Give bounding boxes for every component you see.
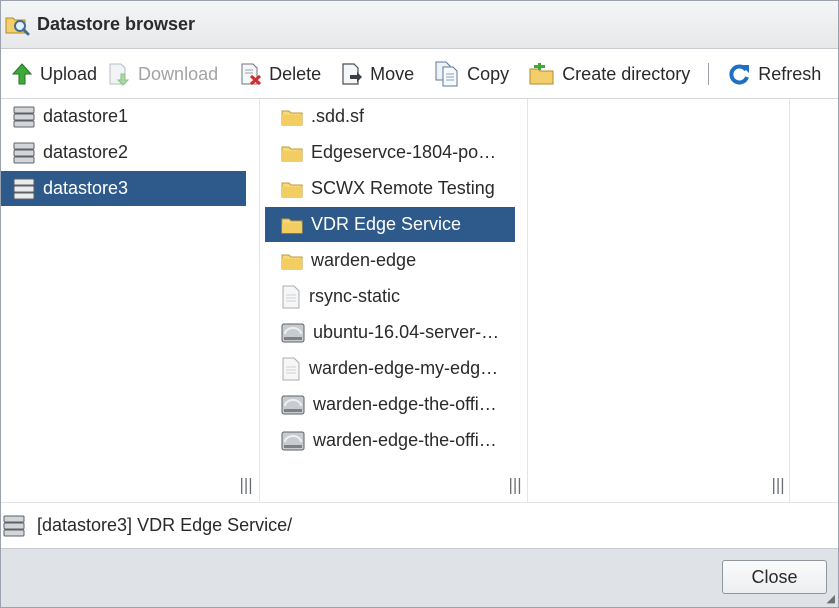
close-button[interactable]: Close bbox=[722, 560, 827, 594]
file-name: warden-edge bbox=[311, 250, 417, 270]
datastore-icon bbox=[3, 515, 25, 537]
download-label: Download bbox=[138, 63, 219, 84]
upload-icon bbox=[11, 62, 33, 86]
file-row[interactable]: rsync-static bbox=[265, 279, 515, 314]
delete-icon bbox=[240, 62, 262, 86]
datastore-list-pane: datastore1 datastore2 datastore3 ||| bbox=[1, 99, 259, 502]
copy-icon bbox=[434, 61, 460, 87]
current-path: [datastore3] VDR Edge Service/ bbox=[37, 515, 293, 535]
datastore-browser-icon bbox=[5, 13, 31, 37]
datastore-icon bbox=[13, 178, 35, 200]
folder-icon bbox=[281, 251, 303, 271]
file-row[interactable]: ubuntu-16.04-server-… bbox=[265, 315, 515, 350]
empty-pane bbox=[789, 99, 838, 502]
datastore-row[interactable]: datastore2 bbox=[1, 135, 246, 170]
datastore-icon bbox=[13, 106, 35, 128]
upload-button[interactable]: Upload bbox=[1, 56, 97, 92]
column-resize-grip[interactable]: ||| bbox=[239, 475, 253, 494]
download-icon bbox=[107, 62, 131, 86]
folder-icon bbox=[281, 143, 303, 163]
file-name: SCWX Remote Testing bbox=[311, 178, 495, 198]
column-resize-grip[interactable]: ||| bbox=[771, 475, 785, 494]
file-row[interactable]: Edgeservce-1804-po… bbox=[265, 135, 515, 170]
file-name: VDR Edge Service bbox=[311, 214, 462, 234]
resize-handle-icon[interactable]: ◢ bbox=[827, 592, 835, 605]
toolbar-separator bbox=[708, 63, 710, 85]
delete-button[interactable]: Delete bbox=[218, 56, 321, 92]
datastore-row[interactable]: datastore1 bbox=[1, 99, 246, 134]
datastore-browser-dialog: Datastore browser Upload Download Delete… bbox=[0, 0, 839, 608]
move-icon bbox=[341, 62, 363, 86]
refresh-icon bbox=[727, 62, 751, 86]
disk-icon bbox=[281, 430, 305, 452]
file-name: warden-edge-the-offi… bbox=[313, 430, 497, 450]
file-row-selected[interactable]: VDR Edge Service bbox=[265, 207, 515, 242]
folder-icon bbox=[281, 107, 303, 127]
column-resize-grip[interactable]: ||| bbox=[508, 475, 522, 494]
datastore-name: datastore2 bbox=[43, 142, 129, 162]
move-button[interactable]: Move bbox=[321, 56, 414, 92]
create-directory-button[interactable]: Create directory bbox=[509, 56, 690, 92]
file-icon bbox=[281, 357, 301, 381]
detail-pane: ||| bbox=[527, 99, 789, 502]
dialog-footer: Close ◢ bbox=[1, 548, 838, 607]
file-icon bbox=[281, 285, 301, 309]
file-row[interactable]: SCWX Remote Testing bbox=[265, 171, 515, 206]
title-bar[interactable]: Datastore browser bbox=[1, 1, 838, 49]
copy-label: Copy bbox=[467, 63, 510, 84]
file-name: .sdd.sf bbox=[311, 106, 365, 126]
disk-icon bbox=[281, 394, 305, 416]
browser-panes: datastore1 datastore2 datastore3 ||| .sd… bbox=[1, 99, 838, 502]
refresh-button[interactable]: Refresh bbox=[717, 56, 821, 92]
toolbar: Upload Download Delete Move Copy Create … bbox=[1, 50, 838, 99]
file-row[interactable]: warden-edge bbox=[265, 243, 515, 278]
window-title: Datastore browser bbox=[37, 14, 196, 34]
file-name: ubuntu-16.04-server-… bbox=[313, 322, 500, 342]
file-name: Edgeservce-1804-po… bbox=[311, 142, 497, 162]
file-row[interactable]: warden-edge-the-offi… bbox=[265, 423, 515, 458]
create-directory-label: Create directory bbox=[562, 63, 691, 84]
file-name: warden-edge-the-offi… bbox=[313, 394, 497, 414]
new-folder-icon bbox=[529, 62, 555, 86]
move-label: Move bbox=[370, 63, 415, 84]
datastore-name: datastore3 bbox=[43, 178, 129, 198]
download-button[interactable]: Download bbox=[97, 56, 218, 92]
upload-label: Upload bbox=[40, 63, 98, 84]
disk-icon bbox=[281, 322, 305, 344]
copy-button[interactable]: Copy bbox=[414, 56, 509, 92]
refresh-label: Refresh bbox=[758, 63, 822, 84]
file-name: warden-edge-my-edg… bbox=[309, 358, 499, 378]
path-bar: [datastore3] VDR Edge Service/ bbox=[1, 502, 838, 548]
file-row[interactable]: warden-edge-the-offi… bbox=[265, 387, 515, 422]
folder-icon bbox=[281, 215, 303, 235]
file-row[interactable]: .sdd.sf bbox=[265, 99, 515, 134]
file-row[interactable]: warden-edge-my-edg… bbox=[265, 351, 515, 386]
folder-icon bbox=[281, 179, 303, 199]
datastore-row-selected[interactable]: datastore3 bbox=[1, 171, 246, 206]
file-name: rsync-static bbox=[309, 286, 401, 306]
file-list-pane: .sdd.sf Edgeservce-1804-po… SCWX Remote Te… bbox=[259, 99, 527, 502]
datastore-icon bbox=[13, 142, 35, 164]
datastore-name: datastore1 bbox=[43, 106, 129, 126]
delete-label: Delete bbox=[269, 63, 322, 84]
